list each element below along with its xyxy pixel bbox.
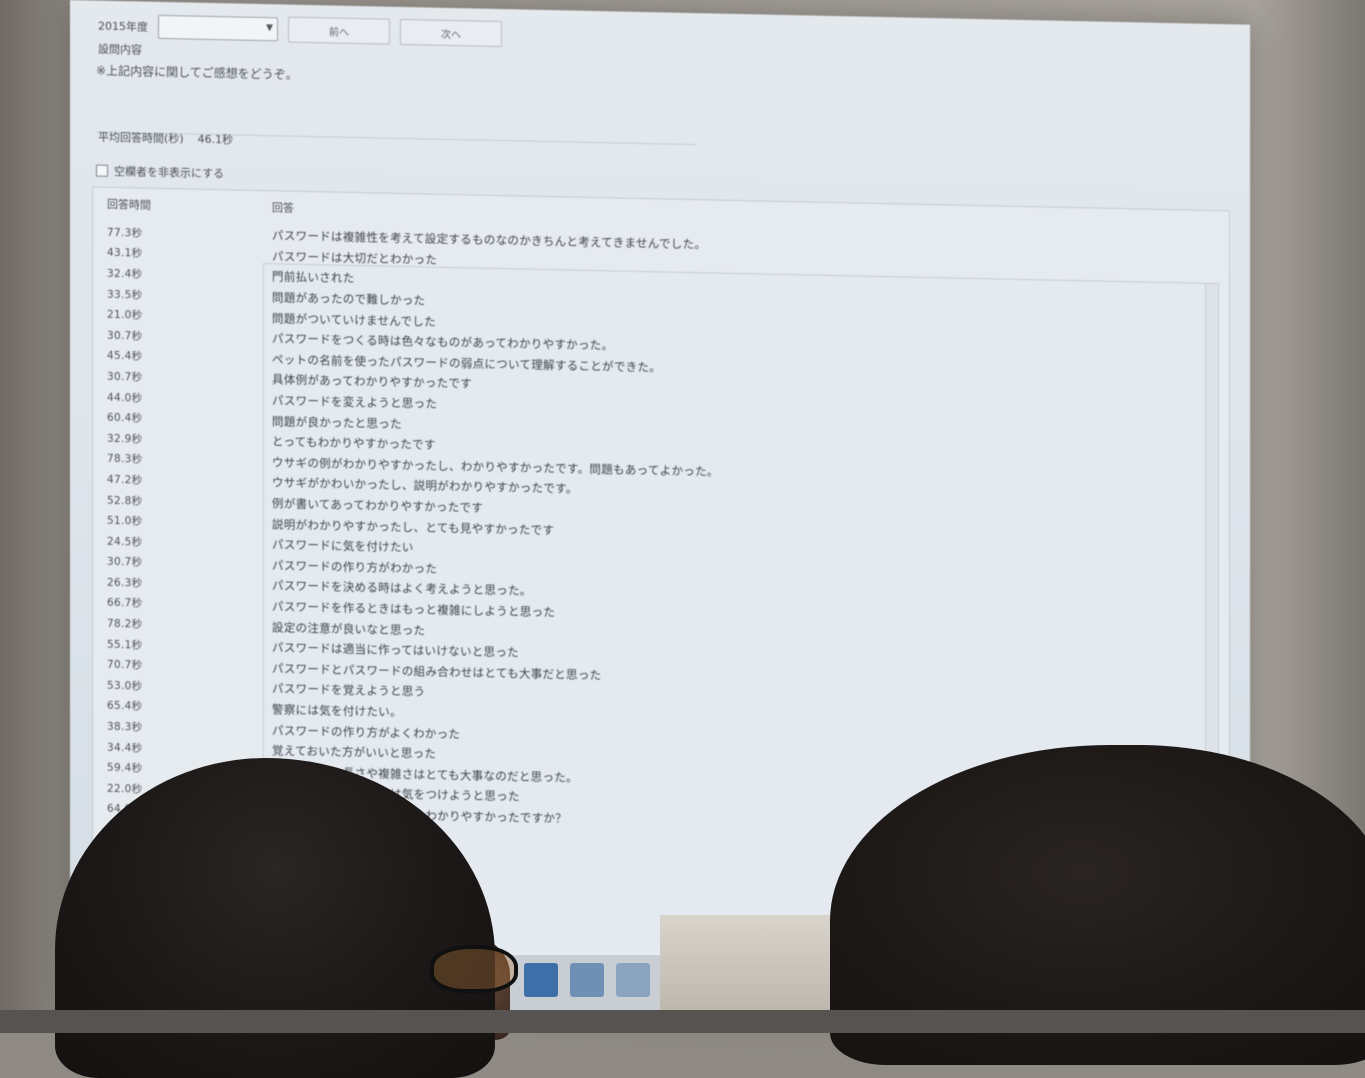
row-answer: 問題が良かったと思った: [272, 413, 402, 431]
window-icon[interactable]: [616, 963, 650, 997]
row-answer: パスワードは大切だとわかった: [272, 249, 438, 267]
row-score: 55.1秒: [107, 638, 143, 652]
row-answer: とってもわかりやすかったです: [272, 434, 436, 452]
row-answer: パスワードを覚えようと思う: [272, 681, 426, 699]
row-score: 33.5秒: [107, 288, 143, 302]
row-score: 65.4秒: [107, 700, 143, 713]
row-answer: 問題があったので難しかった: [272, 290, 426, 308]
row-answer: 門前払いされた: [272, 269, 355, 286]
row-answer: パスワードの作り方がよくわかった: [272, 722, 461, 741]
app-icon[interactable]: [524, 963, 558, 997]
row-answer: パスワードの作り方がわかった: [272, 558, 438, 576]
prev-button[interactable]: 前へ: [288, 16, 390, 45]
glasses: [430, 945, 518, 993]
row-score: 32.9秒: [107, 432, 143, 446]
row-score: 47.2秒: [107, 473, 143, 487]
row-score: 52.8秒: [107, 494, 143, 508]
row-score: 24.5秒: [107, 535, 143, 549]
explorer-icon[interactable]: [570, 963, 604, 997]
row-score: 32.4秒: [107, 267, 143, 281]
row-score: 51.0秒: [107, 514, 143, 528]
row-answer: 例が書いてあってわかりやすかったです: [272, 496, 484, 515]
col-header-answer: 回答: [272, 201, 294, 215]
average-row: 平均回答時間(秒) 46.1秒: [98, 129, 233, 148]
row-answer: 具体例があってわかりやすかったです: [272, 372, 473, 391]
row-score: 70.7秒: [107, 659, 143, 672]
row-score: 43.1秒: [107, 247, 143, 260]
row-score: 60.4秒: [107, 411, 143, 425]
year-select[interactable]: ▼: [158, 14, 278, 42]
chevron-down-icon: ▼: [266, 23, 273, 34]
row-score: 30.7秒: [107, 370, 143, 384]
row-answer: パスワードを変えようと思った: [272, 393, 438, 411]
row-score: 78.3秒: [107, 453, 143, 466]
row-score: 78.2秒: [107, 617, 143, 631]
hide-blank-checkbox[interactable]: [96, 164, 108, 177]
row-score: 45.4秒: [107, 350, 143, 363]
row-score: 26.3秒: [107, 576, 143, 590]
row-score: 53.0秒: [107, 679, 143, 693]
hide-blank-row[interactable]: 空欄者を非表示にする: [96, 163, 224, 182]
row-score: 21.0秒: [107, 308, 143, 322]
row-score: 34.4秒: [107, 741, 143, 755]
row-score: 30.7秒: [107, 556, 143, 569]
row-answer: パスワードに気を付けたい: [272, 537, 414, 555]
row-answer: 警察には気を付けたい。: [272, 702, 402, 719]
row-answer: 設定の注意が良いなと思った: [272, 619, 426, 638]
row-score: 77.3秒: [107, 226, 143, 240]
year-label: 2015年度: [98, 19, 148, 34]
floor: [0, 1010, 1365, 1033]
row-score: 30.7秒: [107, 329, 143, 343]
toolbar: 2015年度 ▼ 前へ 次へ: [98, 11, 502, 49]
average-label: 平均回答時間(秒): [98, 130, 184, 146]
row-score: 66.7秒: [107, 597, 143, 611]
next-button[interactable]: 次へ: [400, 18, 502, 48]
row-score: 44.0秒: [107, 391, 143, 405]
row-answer: パスワードは適当に作ってはいけないと思った: [272, 640, 519, 660]
row-answer: 問題がついていけませんでした: [272, 310, 436, 329]
hide-blank-label: 空欄者を非表示にする: [114, 164, 225, 181]
question-heading: 設問内容: [98, 42, 142, 57]
average-value: 46.1秒: [197, 132, 234, 147]
col-header-score: 回答時間: [107, 197, 151, 212]
row-score: 38.3秒: [107, 720, 143, 734]
